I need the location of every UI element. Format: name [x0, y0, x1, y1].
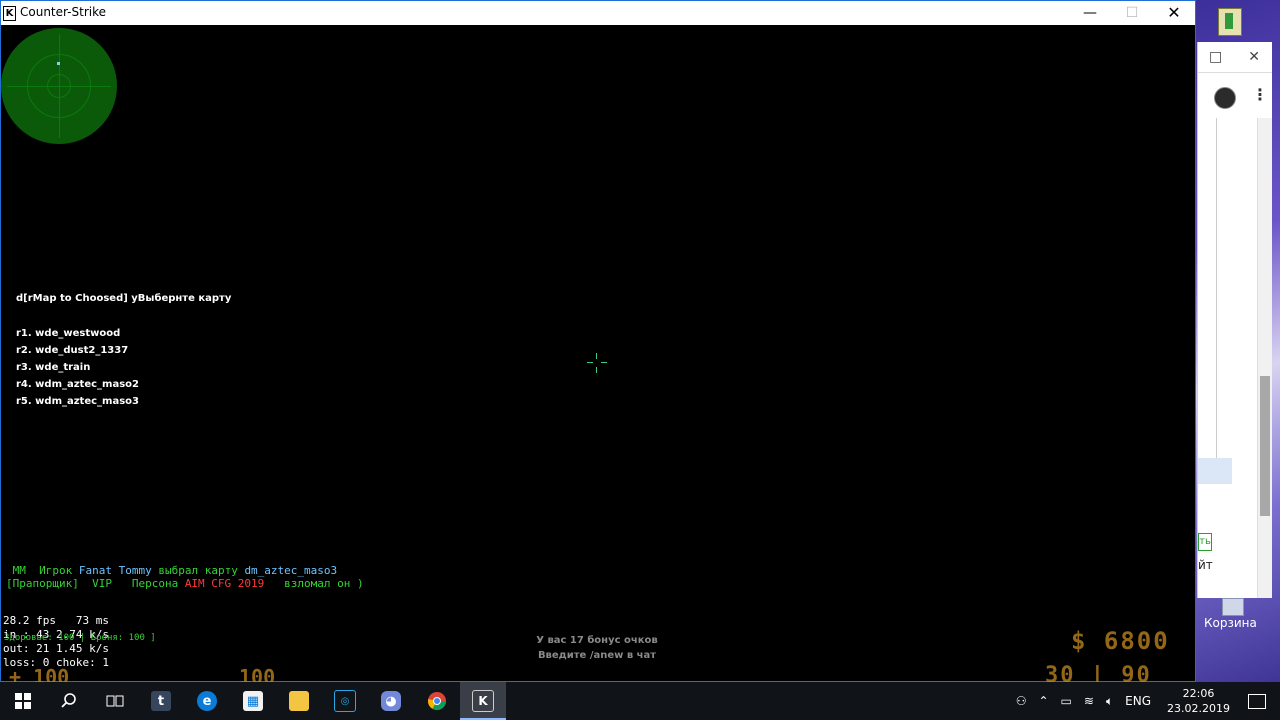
- chrome-button[interactable]: [414, 682, 460, 720]
- browser-window-controls: □ ✕: [1198, 42, 1272, 72]
- green-button[interactable]: ть: [1198, 533, 1212, 551]
- tumblr-icon: t: [151, 691, 171, 711]
- clock-date: 23.02.2019: [1167, 702, 1230, 715]
- battery-icon[interactable]: ▭: [1061, 694, 1072, 708]
- volume-icon[interactable]: 🔈︎: [1106, 694, 1113, 709]
- map-option[interactable]: r5. wdm_aztec_maso3: [16, 395, 231, 412]
- edge-icon: e: [197, 691, 217, 711]
- map-vote-menu: d[rMap to Choosed] уВыбернте карту r1. w…: [16, 293, 231, 412]
- partial-text: йт: [1198, 558, 1213, 572]
- chrome-icon: [428, 692, 446, 711]
- profile-avatar[interactable]: [1214, 87, 1236, 109]
- close-button[interactable]: ✕: [1151, 1, 1197, 25]
- highlighted-row[interactable]: [1198, 458, 1232, 484]
- desktop-file-icon[interactable]: [1218, 8, 1242, 36]
- fps-readout: 28.2 fps 73 ms: [3, 614, 109, 627]
- start-button[interactable]: [0, 682, 46, 720]
- maximize-icon[interactable]: □: [1209, 49, 1222, 65]
- search-icon: [61, 693, 76, 708]
- hud-money: $ 6800: [1071, 627, 1170, 655]
- start-icon: [15, 693, 31, 709]
- minimize-button[interactable]: —: [1067, 1, 1113, 25]
- scrollbar[interactable]: [1257, 118, 1272, 598]
- file-explorer-icon: [289, 691, 309, 711]
- crosshair: [587, 353, 607, 373]
- edge-button[interactable]: e: [184, 682, 230, 720]
- file-explorer-button[interactable]: [276, 682, 322, 720]
- page-panel: [1198, 118, 1217, 476]
- net-out: out: 21 1.45 k/s: [3, 642, 109, 655]
- maximize-button[interactable]: ☐: [1109, 1, 1155, 25]
- game-window[interactable]: K Counter-Strike — ☐ ✕ d[rMap to Choosed…: [0, 0, 1196, 689]
- counter-strike-taskbar-button[interactable]: K: [460, 682, 506, 720]
- discord-button[interactable]: ◕: [368, 682, 414, 720]
- tumblr-button[interactable]: t: [138, 682, 184, 720]
- app-button[interactable]: ◎: [322, 682, 368, 720]
- window-title: Counter-Strike: [20, 5, 107, 19]
- map-option[interactable]: r4. wdm_aztec_maso2: [16, 378, 231, 395]
- chat-log: MM Игрок Fanat Tommy выбрал карту dm_azt…: [6, 564, 364, 590]
- map-option[interactable]: r1. wde_westwood: [16, 327, 231, 344]
- scrollbar-thumb[interactable]: [1260, 376, 1270, 516]
- store-button[interactable]: ▦: [230, 682, 276, 720]
- status-line: Здоровье: 100 | Броня: 100 ]: [4, 633, 156, 643]
- people-icon[interactable]: ⚇: [1016, 694, 1027, 708]
- radar-player-dot: [57, 62, 60, 65]
- system-tray: ⚇ ⌃ ▭ ≋ 🔈︎ ENG 22:06 23.02.2019: [1010, 682, 1280, 720]
- browser-toolbar: ⋮: [1198, 72, 1272, 117]
- map-option[interactable]: r3. wde_train: [16, 361, 231, 378]
- map-menu-header: d[rMap to Choosed] уВыбернте карту: [16, 293, 232, 304]
- language-indicator[interactable]: ENG: [1125, 694, 1151, 708]
- search-button[interactable]: [46, 682, 92, 720]
- clock[interactable]: 22:06 23.02.2019: [1167, 686, 1230, 716]
- chat-line: [Прапорщик] VIP Персона AIM CFG 2019 взл…: [6, 577, 364, 590]
- discord-icon: ◕: [381, 691, 401, 711]
- background-browser-window[interactable]: □ ✕ ⋮ ть йт: [1197, 42, 1272, 598]
- recycle-bin-icon: [1222, 598, 1244, 616]
- clock-time: 22:06: [1182, 687, 1215, 700]
- notification-icon[interactable]: [1248, 693, 1266, 709]
- recycle-bin[interactable]: Корзина: [1204, 598, 1278, 630]
- task-view-button[interactable]: [92, 682, 138, 720]
- store-icon: ▦: [243, 691, 263, 711]
- recycle-bin-label: Корзина: [1204, 616, 1257, 630]
- window-titlebar[interactable]: K Counter-Strike — ☐ ✕: [1, 1, 1195, 25]
- wifi-icon[interactable]: ≋: [1084, 694, 1094, 708]
- bonus-message: У вас 17 бонус очков Введите /anew в чат: [536, 635, 658, 661]
- map-option[interactable]: r2. wde_dust2_1337: [16, 344, 231, 361]
- app-icon: ◎: [334, 690, 356, 712]
- counter-strike-app-icon[interactable]: K: [3, 6, 16, 21]
- chevron-up-icon[interactable]: ⌃: [1038, 694, 1048, 708]
- chat-line: MM Игрок Fanat Tommy выбрал карту dm_azt…: [6, 564, 338, 577]
- radar: [1, 28, 117, 144]
- close-icon[interactable]: ✕: [1248, 49, 1260, 65]
- task-view-icon: [106, 695, 124, 707]
- kebab-menu-icon[interactable]: ⋮: [1252, 85, 1268, 104]
- counter-strike-icon: K: [472, 690, 494, 712]
- taskbar: t e ▦ ◎ ◕ K ⚇ ⌃ ▭ ≋ 🔈︎ ENG 22:06 23.02.2…: [0, 682, 1280, 720]
